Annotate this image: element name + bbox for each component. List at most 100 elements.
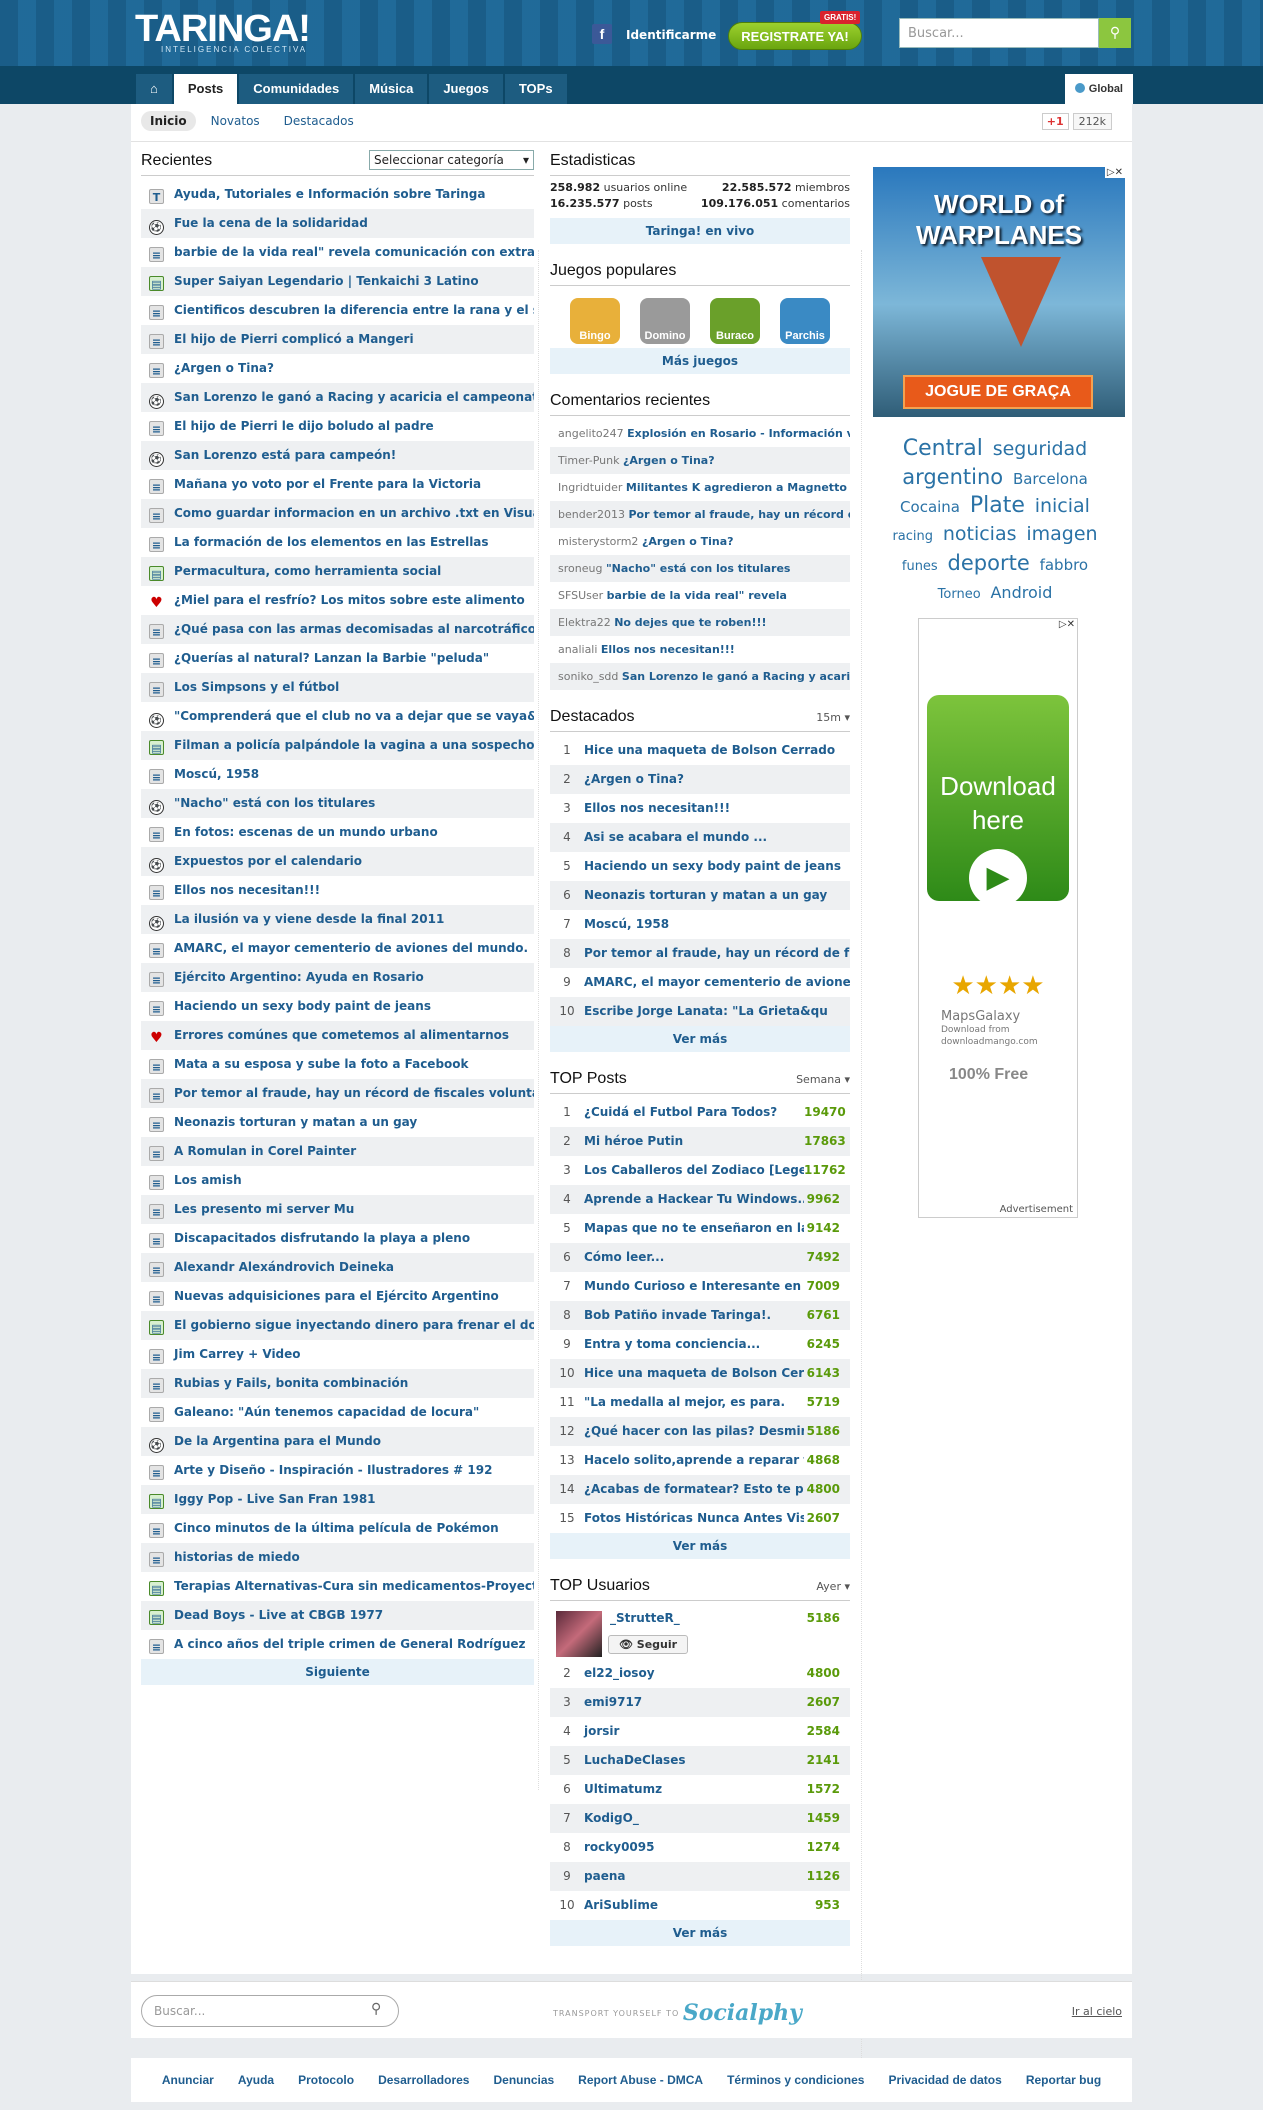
subnav-destacados[interactable]: Destacados [275,111,363,131]
post-title[interactable]: Terapias Alternativas-Cura sin medicamen… [174,1579,534,1593]
tag-link[interactable]: Android [990,583,1052,602]
bingo-game[interactable]: Bingo [570,298,620,344]
featured-row[interactable]: 10 Escribe Jorge Lanata: "La Grieta&qu [550,997,850,1026]
top-user-row[interactable]: 7 KodigO_ 1459 [550,1804,850,1833]
post-title[interactable]: "Comprenderá que el club no va a dejar q… [174,709,534,723]
post-title[interactable]: Cinco minutos de la última película de P… [174,1521,499,1535]
tag-link[interactable]: Plate [970,493,1025,518]
list-item[interactable]: ≡ Neonazis torturan y matan a un gay [141,1108,534,1137]
tag-link[interactable]: argentino [902,465,1003,489]
tab-comunidades[interactable]: Comunidades [239,74,354,104]
back-to-top-link[interactable]: Ir al cielo [1072,2005,1122,2018]
top-user-name[interactable]: Ultimatumz [584,1775,804,1804]
comment-post[interactable]: ¿Argen o Tina? [642,535,734,548]
list-item[interactable]: ♥ Errores comúnes que cometemos al alimen… [141,1021,534,1050]
comment-post[interactable]: No dejes que te roben!!! [614,616,766,629]
featured-title[interactable]: Moscú, 1958 [584,910,850,939]
more-games-link[interactable]: Más juegos [550,348,850,374]
list-item[interactable]: ≡ Rubias y Fails, bonita combinación [141,1369,534,1398]
ad-play-button[interactable]: JOGUE DE GRAÇA [903,375,1093,409]
list-item[interactable]: ≡ Como guardar informacion en un archivo … [141,499,534,528]
list-item[interactable]: ≡ Alexandr Alexándrovich Deineka [141,1253,534,1282]
comment-post[interactable]: ¿Argen o Tina? [623,454,715,467]
footer-link[interactable]: Desarrolladores [378,2073,469,2087]
top-user-name[interactable]: LuchaDeClases [584,1746,804,1775]
footer-search-input[interactable]: Buscar... [141,1995,399,2027]
featured-title[interactable]: Hice una maqueta de Bolson Cerrado [584,736,850,765]
footer-link[interactable]: Anunciar [162,2073,214,2087]
avatar[interactable] [556,1611,602,1657]
comment-user[interactable]: bender2013 [558,508,625,521]
post-title[interactable]: Ejército Argentino: Ayuda en Rosario [174,970,424,984]
top-post-row[interactable]: 6 Cómo leer... 7492 [550,1243,850,1272]
comment-row[interactable]: soniko_sdd San Lorenzo le ganó a Racing … [550,663,850,690]
post-title[interactable]: Moscú, 1958 [174,767,259,781]
tab-juegos[interactable]: Juegos [429,74,503,104]
post-title[interactable]: El gobierno sigue inyectando dinero para… [174,1318,534,1332]
search-icon[interactable]: ⚲ [371,2001,381,2017]
post-title[interactable]: historias de miedo [174,1550,300,1564]
top-post-title[interactable]: ¿Qué hacer con las pilas? Desmint [584,1417,804,1446]
top-post-row[interactable]: 7 Mundo Curioso e Interesante en Gif 7009 [550,1272,850,1301]
post-title[interactable]: Mata a su esposa y sube la foto a Facebo… [174,1057,469,1071]
register-button[interactable]: REGISTRATE YA! [728,22,862,50]
top-post-row[interactable]: 14 ¿Acabas de formatear? Esto te pued4800 [550,1475,850,1504]
subnav-novatos[interactable]: Novatos [202,111,269,131]
list-item[interactable]: ≡ Ejército Argentino: Ayuda en Rosario [141,963,534,992]
post-title[interactable]: Neonazis torturan y matan a un gay [174,1115,417,1129]
featured-title[interactable]: AMARC, el mayor cementerio de aviones de [584,968,850,997]
top-post-title[interactable]: Hacelo solito,aprende a reparar tu [584,1446,804,1475]
top-users-period[interactable]: Ayer ▾ [810,1580,850,1593]
list-item[interactable]: ≡ ¿Argen o Tina? [141,354,534,383]
list-item[interactable]: ≡ Les presento mi server Mu [141,1195,534,1224]
post-title[interactable]: Por temor al fraude, hay un récord de fi… [174,1086,534,1100]
top-user-name[interactable]: el22_iosoy [584,1659,804,1688]
post-title[interactable]: La ilusión va y viene desde la final 201… [174,912,444,926]
tab-tops[interactable]: TOPs [504,74,567,104]
list-item[interactable]: ⚽ La ilusión va y viene desde la final 20… [141,905,534,934]
top-post-row[interactable]: 4 Aprende a Hackear Tu Windows.." 9962 [550,1185,850,1214]
list-item[interactable]: ≡ Nuevas adquisiciones para el Ejército A… [141,1282,534,1311]
top-post-title[interactable]: Bob Patiño invade Taringa!. [584,1301,804,1330]
post-title[interactable]: Jim Carrey + Video [174,1347,301,1361]
post-title[interactable]: En fotos: escenas de un mundo urbano [174,825,438,839]
tag-link[interactable]: Barcelona [1013,470,1088,488]
post-title[interactable]: A cinco años del triple crimen de Genera… [174,1637,526,1651]
post-title[interactable]: Nuevas adquisiciones para el Ejército Ar… [174,1289,499,1303]
comment-row[interactable]: angelito247 Explosión en Rosario - Infor… [550,420,850,447]
comment-user[interactable]: Timer-Punk [558,454,619,467]
list-item[interactable]: ≡ ¿Qué pasa con las armas decomisadas al … [141,615,534,644]
buraco-game[interactable]: Buraco [710,298,760,344]
list-item[interactable]: ⚽ "Comprenderá que el club no va a dejar … [141,702,534,731]
comment-post[interactable]: Ellos nos necesitan!!! [601,643,735,656]
post-title[interactable]: Ayuda, Tutoriales e Información sobre Ta… [174,187,485,201]
tag-link[interactable]: imagen [1026,523,1097,545]
comment-user[interactable]: angelito247 [558,427,624,440]
post-title[interactable]: ¿Qué pasa con las armas decomisadas al n… [174,622,534,636]
post-title[interactable]: Errores comúnes que cometemos al aliment… [174,1028,509,1042]
tag-link[interactable]: Cocaina [900,498,960,516]
comment-row[interactable]: analiali Ellos nos necesitan!!! [550,636,850,663]
subnav-inicio[interactable]: Inicio [141,111,196,131]
top-post-row[interactable]: 11 "La medalla al mejor, es para. 5719 [550,1388,850,1417]
post-title[interactable]: Super Saiyan Legendario | Tenkaichi 3 La… [174,274,479,288]
list-item[interactable]: ≡ Los amish [141,1166,534,1195]
comment-post[interactable]: Explosión en Rosario - Información varia [627,427,850,440]
post-title[interactable]: El hijo de Pierri complicó a Mangeri [174,332,414,346]
top-user-name[interactable]: AriSublime [584,1891,804,1920]
post-title[interactable]: Fue la cena de la solidaridad [174,216,368,230]
search-input[interactable]: Buscar... [899,18,1099,48]
tab-posts[interactable]: Posts [173,74,238,104]
list-item[interactable]: ≡ Los Simpsons y el fútbol [141,673,534,702]
comment-user[interactable]: Elektra22 [558,616,611,629]
list-item[interactable]: ≡ El hijo de Pierri le dijo boludo al pad… [141,412,534,441]
tag-link[interactable]: deporte [948,551,1030,575]
post-title[interactable]: Galeano: "Aún tenemos capacidad de locur… [174,1405,479,1419]
post-title[interactable]: Cientificos descubren la diferencia entr… [174,303,534,317]
list-item[interactable]: ▤ Iggy Pop - Live San Fran 1981 [141,1485,534,1514]
comment-user[interactable]: misterystorm2 [558,535,638,548]
list-item[interactable]: ≡ Jim Carrey + Video [141,1340,534,1369]
list-item[interactable]: ≡ Ellos nos necesitan!!! [141,876,534,905]
top-post-title[interactable]: Hice una maqueta de Bolson Cerrado [584,1359,804,1388]
list-item[interactable]: ≡ Haciendo un sexy body paint de jeans [141,992,534,1021]
